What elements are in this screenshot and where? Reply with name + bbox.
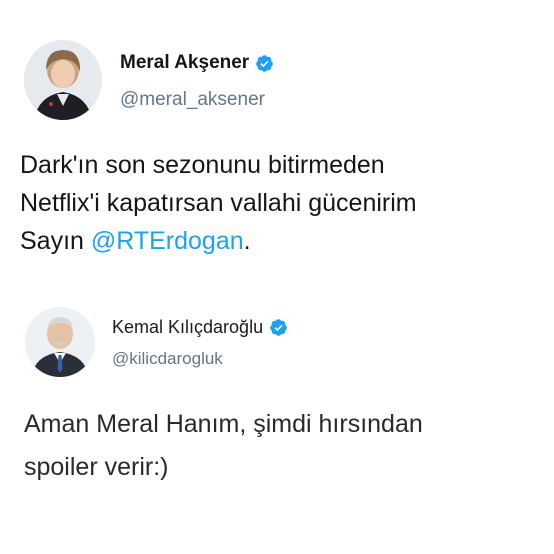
tweet-text-line-last: Sayın @RTErdogan. — [20, 222, 540, 260]
author-display-name[interactable]: Kemal Kılıçdaroğlu — [112, 317, 263, 338]
author-handle[interactable]: @kilicdarogluk — [112, 349, 223, 369]
author-handle[interactable]: @meral_aksener — [120, 89, 265, 111]
author-name-row: Kemal Kılıçdaroğlu — [112, 317, 288, 338]
tweet-text-prefix: Sayın — [20, 227, 91, 255]
avatar-man-icon — [25, 307, 95, 377]
avatar-woman-icon — [24, 40, 102, 120]
tweet-text: Dark'ın son sezonunu bitirmeden Netflix'… — [20, 146, 540, 260]
mention-link[interactable]: @RTErdogan — [91, 227, 244, 255]
verified-badge-icon — [269, 318, 288, 337]
tweet-text-suffix: . — [243, 227, 251, 255]
tweet-text-line: Dark'ın son sezonunu bitirmeden — [20, 151, 385, 179]
author-name-row: Meral Akşener — [120, 52, 274, 74]
author-avatar[interactable] — [24, 40, 102, 120]
tweet-text-line: Aman Meral Hanım, şimdi hırsından — [24, 410, 423, 438]
author-avatar[interactable] — [25, 307, 95, 377]
author-display-name[interactable]: Meral Akşener — [120, 52, 249, 74]
verified-badge-icon — [255, 54, 274, 73]
tweet-text: Aman Meral Hanım, şimdi hırsından spoile… — [24, 403, 539, 489]
tweet-text-line: Netflix'i kapatırsan vallahi gücenirim — [20, 189, 417, 217]
tweet-text-line: spoiler verir:) — [24, 453, 169, 481]
